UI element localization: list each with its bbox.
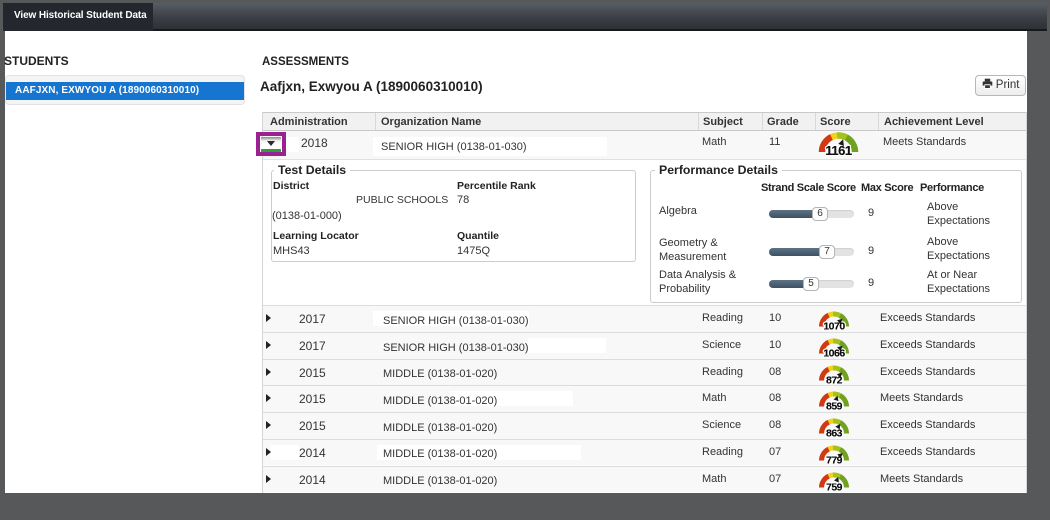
svg-text:759: 759 [826,481,843,491]
svg-text:1070: 1070 [823,321,845,331]
svg-text:859: 859 [826,401,843,411]
svg-text:863: 863 [826,428,843,438]
svg-text:1066: 1066 [823,348,845,358]
svg-text:1161: 1161 [825,143,851,156]
